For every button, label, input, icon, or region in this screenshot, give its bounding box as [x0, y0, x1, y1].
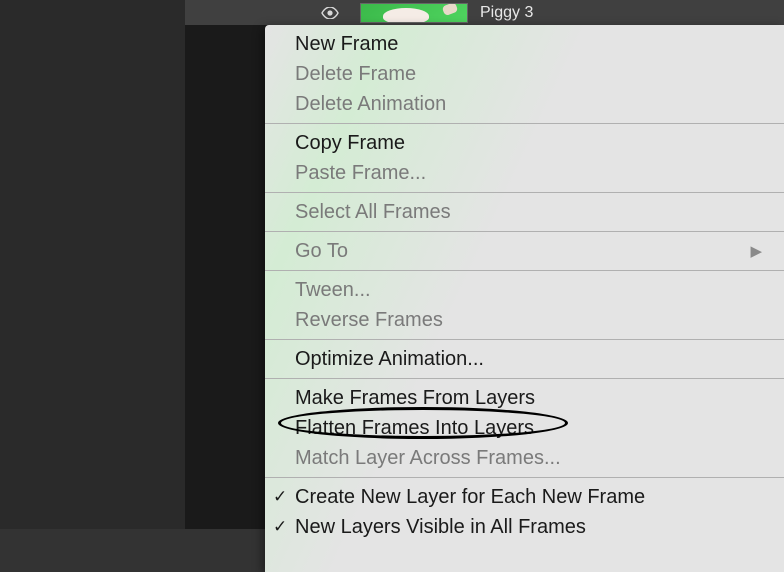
check-icon: ✓ [273, 487, 287, 507]
menu-item-delete-frame: Delete Frame [265, 59, 784, 89]
menu-item-select-all-frames: Select All Frames [265, 197, 784, 227]
menu-item-optimize-animation[interactable]: Optimize Animation... [265, 344, 784, 374]
menu-item-reverse-frames: Reverse Frames [265, 305, 784, 335]
eye-icon [321, 7, 339, 19]
menu-label: Create New Layer for Each New Frame [295, 486, 645, 509]
left-sidebar-panel [0, 0, 185, 529]
chevron-right-icon: ▶ [750, 242, 762, 260]
menu-label: Reverse Frames [295, 309, 443, 332]
menu-label: New Frame [295, 33, 398, 56]
menu-label: Delete Frame [295, 63, 416, 86]
menu-label: Make Frames From Layers [295, 387, 535, 410]
menu-item-copy-frame[interactable]: Copy Frame [265, 128, 784, 158]
menu-label: Go To [295, 240, 348, 263]
menu-item-delete-animation: Delete Animation [265, 89, 784, 119]
menu-item-match-layer-across-frames: Match Layer Across Frames... [265, 443, 784, 473]
menu-label: Delete Animation [295, 93, 446, 116]
layer-thumbnail[interactable] [360, 3, 468, 23]
menu-item-tween: Tween... [265, 275, 784, 305]
menu-item-go-to: Go To ▶ [265, 236, 784, 266]
menu-item-create-new-layer-each-frame[interactable]: ✓ Create New Layer for Each New Frame [265, 482, 784, 512]
layer-row[interactable]: Piggy 3 [185, 0, 784, 25]
menu-item-make-frames-from-layers[interactable]: Make Frames From Layers [265, 383, 784, 413]
layer-visibility-toggle[interactable] [300, 7, 360, 19]
menu-item-new-layers-visible-all-frames[interactable]: ✓ New Layers Visible in All Frames [265, 512, 784, 542]
menu-label: Match Layer Across Frames... [295, 447, 561, 470]
menu-label: Paste Frame... [295, 162, 426, 185]
layer-row-handle [185, 0, 300, 25]
menu-label: Flatten Frames Into Layers [295, 417, 534, 440]
menu-label: Copy Frame [295, 132, 405, 155]
menu-label: Optimize Animation... [295, 348, 484, 371]
check-icon: ✓ [273, 517, 287, 537]
menu-label: New Layers Visible in All Frames [295, 516, 586, 539]
menu-label: Tween... [295, 279, 371, 302]
menu-item-paste-frame: Paste Frame... [265, 158, 784, 188]
menu-item-flatten-frames-into-layers[interactable]: Flatten Frames Into Layers [265, 413, 784, 443]
menu-label: Select All Frames [295, 201, 451, 224]
layer-name-label[interactable]: Piggy 3 [480, 4, 533, 22]
timeline-context-menu: New Frame Delete Frame Delete Animation … [265, 25, 784, 572]
menu-item-new-frame[interactable]: New Frame [265, 29, 784, 59]
